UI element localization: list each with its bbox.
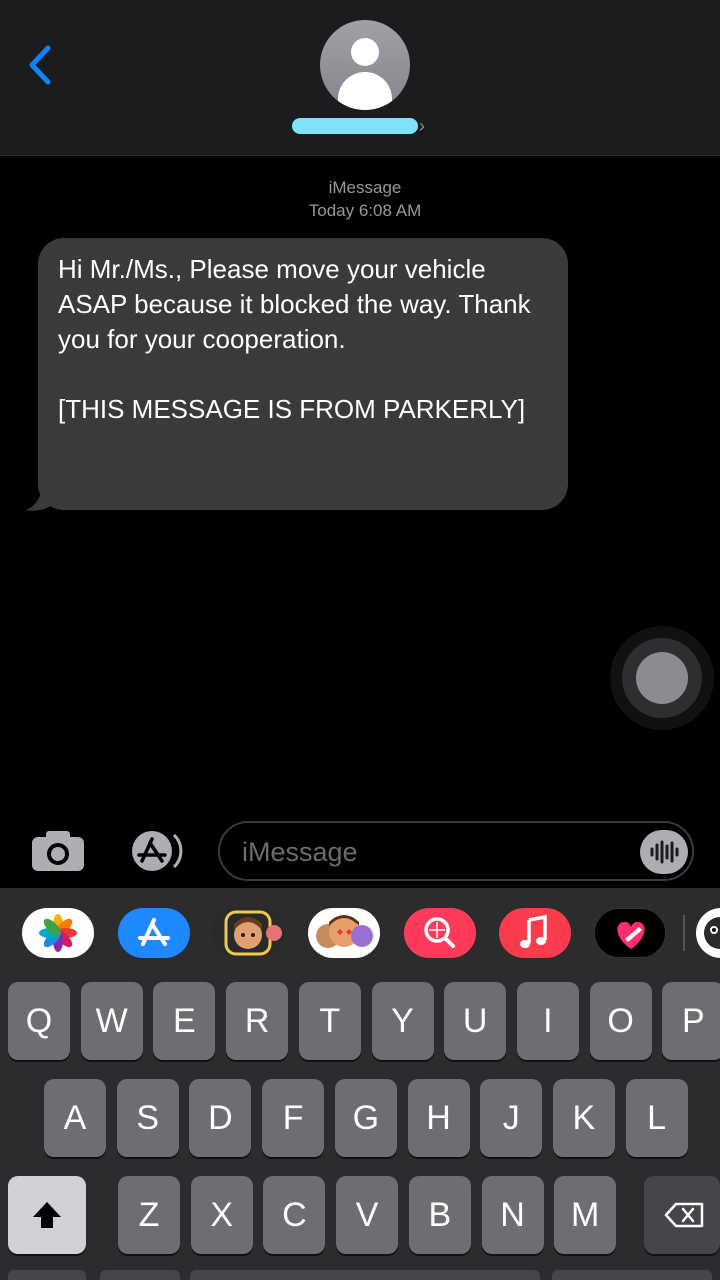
- key-l[interactable]: L: [625, 1079, 688, 1157]
- key-e[interactable]: E: [153, 982, 216, 1060]
- avatar-head-icon: [351, 38, 379, 66]
- key-h[interactable]: H: [407, 1079, 470, 1157]
- key-k[interactable]: K: [552, 1079, 615, 1157]
- app-store-app-icon[interactable]: [118, 908, 190, 958]
- assistive-touch-core: [636, 652, 688, 704]
- emoji-key[interactable]: [100, 1270, 180, 1280]
- digital-touch-app-icon[interactable]: [594, 908, 666, 958]
- app-drawer-separator: [683, 915, 685, 951]
- contact-name-redacted[interactable]: [292, 118, 418, 134]
- key-v[interactable]: V: [336, 1176, 399, 1254]
- memoji-app-icon[interactable]: [212, 908, 284, 958]
- return-key[interactable]: [552, 1270, 712, 1280]
- key-d[interactable]: D: [189, 1079, 252, 1157]
- back-chevron-icon[interactable]: [22, 40, 62, 90]
- memoji-stickers-app-icon[interactable]: [308, 908, 380, 958]
- audio-waveform-icon[interactable]: [640, 830, 688, 874]
- message-input-placeholder: iMessage: [242, 837, 358, 867]
- key-w[interactable]: W: [80, 982, 143, 1060]
- incoming-message-bubble[interactable]: Hi Mr./Ms., Please move your vehicle ASA…: [38, 238, 568, 510]
- key-r[interactable]: R: [226, 982, 289, 1060]
- key-a[interactable]: A: [44, 1079, 106, 1157]
- service-label: iMessage: [328, 178, 402, 197]
- key-m[interactable]: M: [554, 1176, 617, 1254]
- key-i[interactable]: I: [516, 982, 579, 1060]
- avatar-body-icon: [338, 72, 392, 110]
- key-f[interactable]: F: [262, 1079, 325, 1157]
- key-z[interactable]: Z: [118, 1176, 180, 1254]
- key-p[interactable]: P: [662, 982, 720, 1060]
- photos-app-icon[interactable]: [22, 908, 94, 958]
- key-n[interactable]: N: [481, 1176, 544, 1254]
- key-b[interactable]: B: [408, 1176, 471, 1254]
- message-meta: iMessage Today 6:08 AM: [0, 176, 720, 222]
- key-c[interactable]: C: [263, 1176, 326, 1254]
- key-q[interactable]: Q: [8, 982, 70, 1060]
- key-t[interactable]: T: [298, 982, 361, 1060]
- key-j[interactable]: J: [480, 1079, 543, 1157]
- contact-avatar[interactable]: [320, 20, 410, 110]
- key-g[interactable]: G: [334, 1079, 397, 1157]
- key-u[interactable]: U: [444, 982, 507, 1060]
- image-search-app-icon[interactable]: [404, 908, 476, 958]
- conversation-header: ›: [0, 0, 720, 156]
- key-s[interactable]: S: [116, 1079, 179, 1157]
- camera-icon[interactable]: [30, 829, 86, 873]
- music-app-icon[interactable]: [499, 908, 571, 958]
- delete-key[interactable]: [644, 1176, 720, 1254]
- shift-key[interactable]: [8, 1176, 86, 1254]
- app-store-icon[interactable]: [122, 829, 188, 873]
- key-y[interactable]: Y: [371, 982, 434, 1060]
- chevron-right-icon[interactable]: ›: [419, 116, 425, 137]
- key-o[interactable]: O: [589, 982, 652, 1060]
- timestamp-label: Today 6:08 AM: [308, 201, 422, 220]
- message-input[interactable]: iMessage: [218, 821, 694, 881]
- space-key[interactable]: [190, 1270, 540, 1280]
- key-x[interactable]: X: [190, 1176, 253, 1254]
- keyboard: QWERTYUIOP ASDFGHJKL ZXCVBNM: [0, 976, 720, 1280]
- message-text: Hi Mr./Ms., Please move your vehicle ASA…: [58, 254, 531, 424]
- numbers-key[interactable]: [8, 1270, 86, 1280]
